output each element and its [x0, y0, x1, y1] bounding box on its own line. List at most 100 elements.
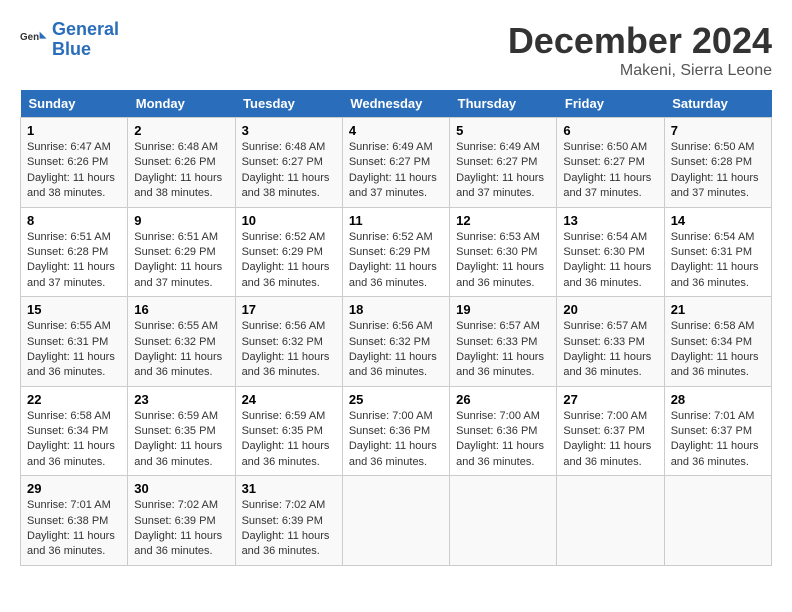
day-number: 24 — [242, 392, 336, 407]
page-header: Gen General Blue December 2024 Makeni, S… — [20, 20, 772, 80]
calendar-row: 29 Sunrise: 7:01 AM Sunset: 6:38 PM Dayl… — [21, 476, 772, 566]
calendar-cell: 9 Sunrise: 6:51 AM Sunset: 6:29 PM Dayli… — [128, 207, 235, 297]
calendar-cell: 12 Sunrise: 6:53 AM Sunset: 6:30 PM Dayl… — [450, 207, 557, 297]
day-number: 2 — [134, 123, 228, 138]
day-number: 15 — [27, 302, 121, 317]
day-number: 31 — [242, 481, 336, 496]
day-detail: Sunrise: 6:55 AM Sunset: 6:32 PM Dayligh… — [134, 319, 228, 381]
day-detail: Sunrise: 6:49 AM Sunset: 6:27 PM Dayligh… — [456, 140, 550, 202]
calendar-cell: 7 Sunrise: 6:50 AM Sunset: 6:28 PM Dayli… — [664, 118, 771, 208]
svg-text:Gen: Gen — [20, 32, 39, 43]
location: Makeni, Sierra Leone — [508, 62, 772, 80]
calendar-cell: 28 Sunrise: 7:01 AM Sunset: 6:37 PM Dayl… — [664, 386, 771, 476]
day-number: 22 — [27, 392, 121, 407]
day-number: 26 — [456, 392, 550, 407]
day-number: 7 — [671, 123, 765, 138]
day-number: 14 — [671, 213, 765, 228]
header-friday: Friday — [557, 90, 664, 118]
calendar-cell: 10 Sunrise: 6:52 AM Sunset: 6:29 PM Dayl… — [235, 207, 342, 297]
day-detail: Sunrise: 7:01 AM Sunset: 6:38 PM Dayligh… — [27, 498, 121, 560]
calendar-cell: 3 Sunrise: 6:48 AM Sunset: 6:27 PM Dayli… — [235, 118, 342, 208]
day-detail: Sunrise: 7:01 AM Sunset: 6:37 PM Dayligh… — [671, 409, 765, 471]
calendar-cell: 17 Sunrise: 6:56 AM Sunset: 6:32 PM Dayl… — [235, 297, 342, 387]
day-number: 9 — [134, 213, 228, 228]
day-detail: Sunrise: 6:56 AM Sunset: 6:32 PM Dayligh… — [242, 319, 336, 381]
day-detail: Sunrise: 6:50 AM Sunset: 6:28 PM Dayligh… — [671, 140, 765, 202]
calendar-cell: 24 Sunrise: 6:59 AM Sunset: 6:35 PM Dayl… — [235, 386, 342, 476]
day-detail: Sunrise: 6:57 AM Sunset: 6:33 PM Dayligh… — [456, 319, 550, 381]
calendar-cell: 18 Sunrise: 6:56 AM Sunset: 6:32 PM Dayl… — [342, 297, 449, 387]
logo-icon: Gen — [20, 26, 48, 54]
calendar-cell: 4 Sunrise: 6:49 AM Sunset: 6:27 PM Dayli… — [342, 118, 449, 208]
day-number: 8 — [27, 213, 121, 228]
day-number: 3 — [242, 123, 336, 138]
header-wednesday: Wednesday — [342, 90, 449, 118]
calendar-cell — [664, 476, 771, 566]
day-detail: Sunrise: 6:52 AM Sunset: 6:29 PM Dayligh… — [349, 230, 443, 292]
day-number: 12 — [456, 213, 550, 228]
title-block: December 2024 Makeni, Sierra Leone — [508, 20, 772, 80]
day-detail: Sunrise: 6:50 AM Sunset: 6:27 PM Dayligh… — [563, 140, 657, 202]
day-detail: Sunrise: 7:00 AM Sunset: 6:37 PM Dayligh… — [563, 409, 657, 471]
calendar-cell: 19 Sunrise: 6:57 AM Sunset: 6:33 PM Dayl… — [450, 297, 557, 387]
calendar-cell: 25 Sunrise: 7:00 AM Sunset: 6:36 PM Dayl… — [342, 386, 449, 476]
day-detail: Sunrise: 6:48 AM Sunset: 6:27 PM Dayligh… — [242, 140, 336, 202]
day-detail: Sunrise: 6:48 AM Sunset: 6:26 PM Dayligh… — [134, 140, 228, 202]
month-title: December 2024 — [508, 20, 772, 62]
calendar-cell: 22 Sunrise: 6:58 AM Sunset: 6:34 PM Dayl… — [21, 386, 128, 476]
day-number: 13 — [563, 213, 657, 228]
header-monday: Monday — [128, 90, 235, 118]
header-thursday: Thursday — [450, 90, 557, 118]
day-detail: Sunrise: 6:51 AM Sunset: 6:29 PM Dayligh… — [134, 230, 228, 292]
day-number: 30 — [134, 481, 228, 496]
day-number: 11 — [349, 213, 443, 228]
day-detail: Sunrise: 6:47 AM Sunset: 6:26 PM Dayligh… — [27, 140, 121, 202]
calendar-cell: 27 Sunrise: 7:00 AM Sunset: 6:37 PM Dayl… — [557, 386, 664, 476]
calendar-cell: 13 Sunrise: 6:54 AM Sunset: 6:30 PM Dayl… — [557, 207, 664, 297]
day-number: 28 — [671, 392, 765, 407]
day-detail: Sunrise: 6:59 AM Sunset: 6:35 PM Dayligh… — [134, 409, 228, 471]
calendar-cell — [450, 476, 557, 566]
day-detail: Sunrise: 7:02 AM Sunset: 6:39 PM Dayligh… — [242, 498, 336, 560]
day-number: 10 — [242, 213, 336, 228]
day-detail: Sunrise: 7:00 AM Sunset: 6:36 PM Dayligh… — [456, 409, 550, 471]
calendar-row: 15 Sunrise: 6:55 AM Sunset: 6:31 PM Dayl… — [21, 297, 772, 387]
day-detail: Sunrise: 6:59 AM Sunset: 6:35 PM Dayligh… — [242, 409, 336, 471]
day-number: 27 — [563, 392, 657, 407]
calendar-cell: 14 Sunrise: 6:54 AM Sunset: 6:31 PM Dayl… — [664, 207, 771, 297]
day-number: 16 — [134, 302, 228, 317]
logo-text: General Blue — [52, 20, 119, 60]
calendar-row: 8 Sunrise: 6:51 AM Sunset: 6:28 PM Dayli… — [21, 207, 772, 297]
calendar-cell: 26 Sunrise: 7:00 AM Sunset: 6:36 PM Dayl… — [450, 386, 557, 476]
calendar-cell: 20 Sunrise: 6:57 AM Sunset: 6:33 PM Dayl… — [557, 297, 664, 387]
day-detail: Sunrise: 6:54 AM Sunset: 6:30 PM Dayligh… — [563, 230, 657, 292]
calendar-table: Sunday Monday Tuesday Wednesday Thursday… — [20, 90, 772, 566]
weekday-header-row: Sunday Monday Tuesday Wednesday Thursday… — [21, 90, 772, 118]
day-detail: Sunrise: 6:56 AM Sunset: 6:32 PM Dayligh… — [349, 319, 443, 381]
day-detail: Sunrise: 6:58 AM Sunset: 6:34 PM Dayligh… — [671, 319, 765, 381]
day-number: 17 — [242, 302, 336, 317]
day-number: 29 — [27, 481, 121, 496]
day-detail: Sunrise: 6:55 AM Sunset: 6:31 PM Dayligh… — [27, 319, 121, 381]
day-detail: Sunrise: 6:51 AM Sunset: 6:28 PM Dayligh… — [27, 230, 121, 292]
calendar-cell: 2 Sunrise: 6:48 AM Sunset: 6:26 PM Dayli… — [128, 118, 235, 208]
calendar-cell: 21 Sunrise: 6:58 AM Sunset: 6:34 PM Dayl… — [664, 297, 771, 387]
day-detail: Sunrise: 6:53 AM Sunset: 6:30 PM Dayligh… — [456, 230, 550, 292]
calendar-cell: 11 Sunrise: 6:52 AM Sunset: 6:29 PM Dayl… — [342, 207, 449, 297]
day-number: 6 — [563, 123, 657, 138]
calendar-cell: 31 Sunrise: 7:02 AM Sunset: 6:39 PM Dayl… — [235, 476, 342, 566]
day-detail: Sunrise: 6:57 AM Sunset: 6:33 PM Dayligh… — [563, 319, 657, 381]
calendar-cell: 23 Sunrise: 6:59 AM Sunset: 6:35 PM Dayl… — [128, 386, 235, 476]
day-number: 21 — [671, 302, 765, 317]
day-detail: Sunrise: 6:58 AM Sunset: 6:34 PM Dayligh… — [27, 409, 121, 471]
calendar-cell: 29 Sunrise: 7:01 AM Sunset: 6:38 PM Dayl… — [21, 476, 128, 566]
calendar-cell — [342, 476, 449, 566]
calendar-cell: 6 Sunrise: 6:50 AM Sunset: 6:27 PM Dayli… — [557, 118, 664, 208]
calendar-cell: 8 Sunrise: 6:51 AM Sunset: 6:28 PM Dayli… — [21, 207, 128, 297]
day-number: 25 — [349, 392, 443, 407]
day-detail: Sunrise: 7:02 AM Sunset: 6:39 PM Dayligh… — [134, 498, 228, 560]
logo: Gen General Blue — [20, 20, 119, 60]
calendar-cell: 5 Sunrise: 6:49 AM Sunset: 6:27 PM Dayli… — [450, 118, 557, 208]
calendar-cell: 1 Sunrise: 6:47 AM Sunset: 6:26 PM Dayli… — [21, 118, 128, 208]
day-detail: Sunrise: 6:54 AM Sunset: 6:31 PM Dayligh… — [671, 230, 765, 292]
